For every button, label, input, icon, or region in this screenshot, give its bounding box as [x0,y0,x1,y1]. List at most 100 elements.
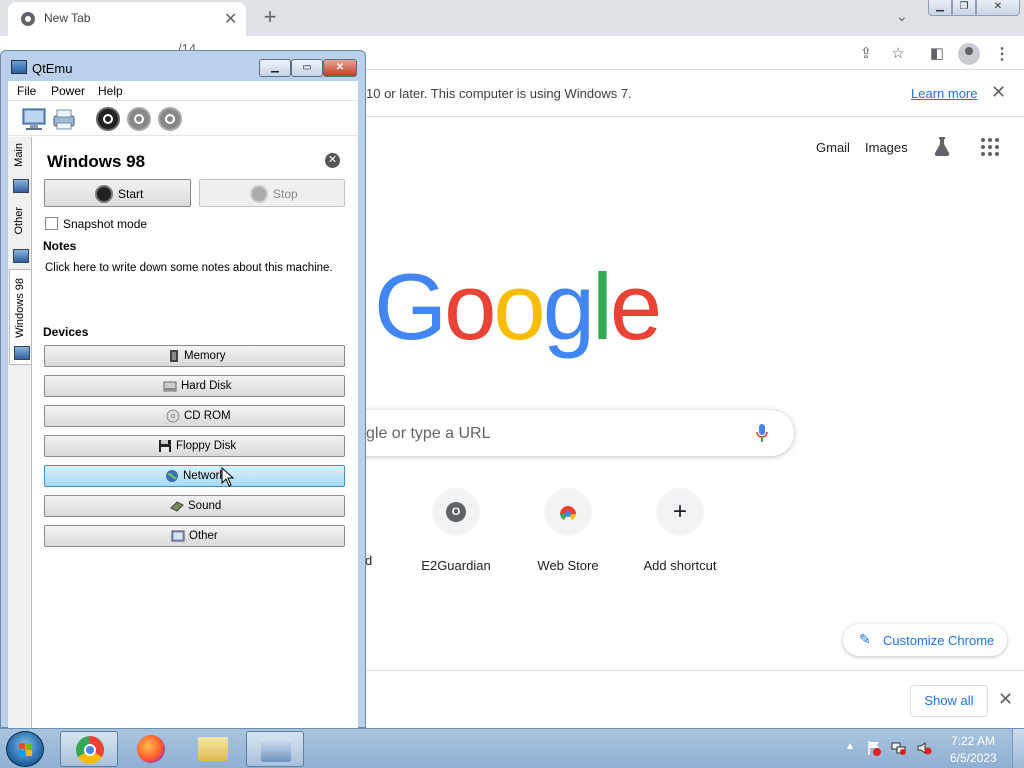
mouse-pointer-icon [221,467,235,487]
taskbar-qtemu[interactable] [246,731,304,767]
profile-avatar-icon[interactable] [958,43,980,65]
window-close-button[interactable]: ✕ [976,0,1020,16]
qtemu-close-button[interactable]: ✕ [323,59,357,77]
side-panel-icon[interactable]: ◧ [927,44,947,62]
images-link[interactable]: Images [865,140,908,155]
taskbar-chrome[interactable] [60,731,118,767]
volume-muted-icon[interactable] [916,740,932,756]
cd-rom-icon [166,409,180,423]
shortcut-tile: + [656,488,704,536]
download-bar-close-icon[interactable]: ✕ [998,689,1013,710]
snapshot-mode-label[interactable]: Snapshot mode [63,217,147,231]
infobar-close-icon[interactable]: ✕ [991,82,1006,103]
shortcut-label: E2Guardian [421,558,491,573]
qtemu-maximize-button[interactable]: ▭ [291,59,323,77]
network-button[interactable]: Network [44,465,345,487]
shortcut-label: Web Store [537,558,599,573]
customize-chrome-button[interactable]: ✎ Customize Chrome [843,624,1007,656]
show-all-button[interactable]: Show all [910,685,988,717]
stop-power-icon[interactable] [127,107,151,131]
devices-heading: Devices [43,325,89,339]
sound-label: Sound [188,500,222,512]
letter-o-icon: O [446,502,466,522]
other-device-icon [171,530,185,542]
start-power-icon[interactable] [96,107,120,131]
folder-icon [198,737,228,761]
network-label: Network [183,470,226,482]
shortcut-web-store[interactable]: Web Store [512,488,624,588]
tab-other-label: Other [13,207,25,235]
qtemu-app-icon [11,60,27,74]
memory-label: Memory [184,350,226,362]
other-label: Other [189,530,218,542]
google-apps-grid-icon[interactable] [981,138,999,156]
pause-power-icon[interactable] [158,107,182,131]
share-icon[interactable]: ⇪ [856,44,876,62]
hard-disk-button[interactable]: Hard Disk [44,375,345,397]
shortcut-tile [544,488,592,536]
tab-windows-98[interactable]: Windows 98 [9,269,31,365]
new-machine-icon[interactable] [22,107,46,131]
chrome-favicon-icon [21,12,35,26]
qtemu-toolbar [8,102,358,136]
cd-rom-button[interactable]: CD ROM [44,405,345,427]
network-globe-icon [166,470,178,482]
customize-chrome-label: Customize Chrome [883,633,995,648]
gmail-link[interactable]: Gmail [816,140,850,155]
window-minimize-button[interactable]: ▁ [928,0,952,16]
labs-flask-icon[interactable] [930,134,954,158]
menu-help[interactable]: Help [98,84,123,98]
machine-icon [13,179,29,193]
menu-power[interactable]: Power [51,84,85,98]
qtemu-side-tabs: Main Other Windows 98 [8,137,32,729]
show-desktop-button[interactable] [1012,729,1024,768]
tab-title: New Tab [44,11,91,25]
shortcut-label-partial[interactable]: d [365,553,372,568]
close-machine-icon[interactable]: ✕ [325,153,340,168]
floppy-disk-button[interactable]: Floppy Disk [44,435,345,457]
open-machine-icon[interactable] [52,107,76,131]
menu-file[interactable]: File [17,84,36,98]
window-restore-button[interactable]: ❐ [952,0,976,16]
tab-main[interactable]: Main [9,139,31,197]
taskbar-file-explorer[interactable] [184,731,242,767]
microphone-icon[interactable] [756,424,768,442]
tab-search-chevron-icon[interactable]: ⌄ [896,8,908,25]
floppy-disk-icon [159,440,171,452]
add-shortcut-button[interactable]: + Add shortcut [624,488,736,588]
qtemu-minimize-button[interactable]: ▁ [259,59,291,77]
firefox-icon [137,735,165,763]
snapshot-mode-checkbox[interactable] [45,217,58,230]
shortcut-e2guardian[interactable]: O E2Guardian [400,488,512,588]
tab-close-icon[interactable]: ✕ [224,9,237,29]
new-tab-button[interactable]: + [258,4,282,30]
memory-button[interactable]: Memory [44,345,345,367]
tab-new-tab[interactable]: New Tab ✕ [8,2,246,36]
cd-rom-label: CD ROM [184,410,231,422]
start-button-label: Start [118,187,144,201]
chrome-menu-icon[interactable]: ⋮ [992,44,1012,64]
action-center-flag-icon[interactable] [866,740,882,756]
start-button[interactable]: Start [44,179,191,207]
machine-title: Windows 98 [47,152,146,171]
show-hidden-icons-arrow-icon[interactable]: ▲ [845,741,855,752]
windows-taskbar: ▲ 7:22 AM 6/5/2023 [0,728,1024,768]
notes-field[interactable]: Click here to write down some notes abou… [45,262,333,274]
tab-other[interactable]: Other [9,199,31,269]
taskbar-firefox[interactable] [122,731,180,767]
clock-date[interactable]: 6/5/2023 [950,751,997,765]
start-button[interactable] [6,731,44,767]
bookmark-star-icon[interactable]: ☆ [888,44,908,62]
learn-more-link[interactable]: Learn more [911,86,977,101]
qtemu-titlebar[interactable]: QtEmu ▁ ▭ ✕ [1,51,365,81]
sound-button[interactable]: Sound [44,495,345,517]
other-button[interactable]: Other [44,525,345,547]
hard-disk-label: Hard Disk [181,380,232,392]
tab-strip: New Tab ✕ + ⌄ ▁ ❐ ✕ [0,0,1024,36]
memory-icon [170,350,178,362]
stop-icon [250,185,268,203]
hard-disk-icon [163,381,177,392]
stop-button[interactable]: Stop [199,179,345,207]
network-status-icon[interactable] [891,740,907,756]
clock-time[interactable]: 7:22 AM [951,734,995,748]
